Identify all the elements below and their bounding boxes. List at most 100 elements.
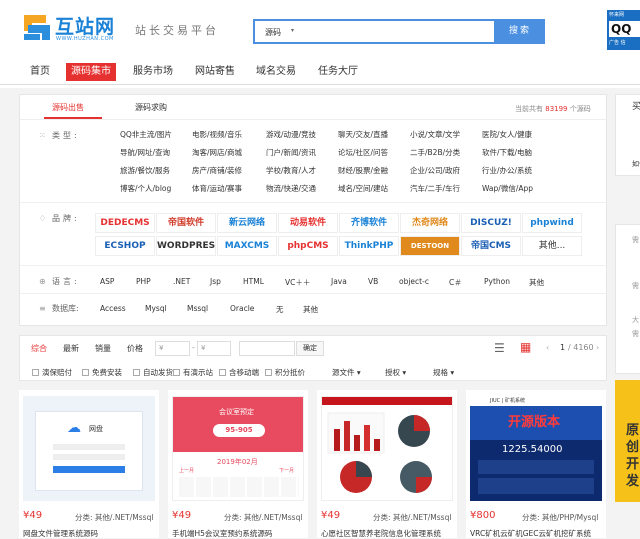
type-option[interactable]: 学校/教育/人才 [266, 165, 316, 176]
nav-task-hall[interactable]: 任务大厅 [318, 63, 358, 81]
logo-icon[interactable] [22, 12, 52, 42]
grid-view-icon[interactable]: ▦ [520, 340, 531, 354]
product-card[interactable]: JIUC | 矿机系统 开源版本 1225.54000 ¥800 分类: 其他/… [466, 390, 606, 538]
checkbox-icon[interactable] [82, 369, 89, 376]
language-option[interactable]: VC＋＋ [285, 277, 310, 288]
tab-sale[interactable]: 源码出售 [52, 102, 84, 113]
search-button[interactable]: 搜索 [495, 19, 545, 44]
language-option[interactable]: Java [331, 277, 347, 286]
checkbox-icon[interactable] [265, 369, 272, 376]
keyword-input[interactable] [239, 341, 295, 356]
language-option[interactable]: PHP [136, 277, 151, 286]
database-option[interactable]: Mysql [145, 304, 167, 313]
type-option[interactable]: 房产/商铺/装修 [192, 165, 242, 176]
nav-site-consign[interactable]: 网站寄售 [195, 63, 235, 81]
option-points[interactable]: 积分抵价 [265, 367, 305, 378]
sort-sales[interactable]: 销量 [95, 343, 111, 354]
type-option[interactable]: 物流/快递/交通 [266, 183, 316, 194]
checkbox-icon[interactable] [32, 369, 39, 376]
brand-option[interactable]: 动易软件 [278, 213, 338, 233]
nav-source-market[interactable]: 源码集市 [66, 63, 116, 81]
dropdown-spec[interactable]: 规格 ▾ [433, 367, 454, 378]
product-title[interactable]: VRC矿机云矿机GEC云矿机挖矿系统 [470, 528, 606, 539]
language-option[interactable]: VB [368, 277, 378, 286]
product-title[interactable]: 心愿社区智慧养老院信息化管理系统 [321, 528, 457, 539]
type-option[interactable]: 旅游/餐饮/服务 [120, 165, 170, 176]
brand-option[interactable]: DESTOON [400, 236, 460, 256]
type-option[interactable]: 二手/B2B/分类 [410, 147, 460, 158]
language-option[interactable]: .NET [173, 277, 190, 286]
language-option[interactable]: C＃ [449, 277, 462, 288]
type-option[interactable]: 软件/下载/电脑 [482, 147, 532, 158]
language-option[interactable]: Python [484, 277, 510, 286]
type-option[interactable]: 聊天/交友/直播 [338, 129, 388, 140]
next-page-icon[interactable]: › [596, 343, 599, 352]
product-title[interactable]: 手机端H5会议室预约系统源码 [172, 528, 308, 539]
option-auto-ship[interactable]: 自动发货 [133, 367, 173, 378]
sort-price[interactable]: 价格 [127, 343, 143, 354]
chevron-down-icon[interactable]: ▾ [291, 27, 294, 34]
search-category[interactable]: 源码 [265, 27, 281, 38]
brand-option[interactable]: 帝国软件 [156, 213, 216, 233]
checkbox-icon[interactable] [219, 369, 226, 376]
product-thumbnail[interactable]: 会议室预定 95-905 2019年02月 上一月 下一月 [172, 396, 304, 501]
nav-domain-trade[interactable]: 域名交易 [256, 63, 296, 81]
product-thumbnail[interactable] [321, 396, 453, 501]
header-ad[interactable]: 怀来网 QQ 广告 信 [607, 10, 640, 50]
brand-option[interactable]: MAXCMS [217, 236, 277, 256]
option-guarantee[interactable]: 演保赔付 [32, 367, 72, 378]
product-title[interactable]: 网盘文件管理系统源码 [23, 528, 159, 539]
type-option[interactable]: 论坛/社区/问答 [338, 147, 388, 158]
brand-option[interactable]: phpCMS [278, 236, 338, 256]
tab-buy[interactable]: 源码求购 [135, 102, 167, 113]
dropdown-source-file[interactable]: 源文件 ▾ [332, 367, 361, 378]
checkbox-icon[interactable] [173, 369, 180, 376]
type-option[interactable]: 汽车/二手/车行 [410, 183, 460, 194]
nav-services[interactable]: 服务市场 [133, 63, 173, 81]
search-input[interactable]: 源码 ▾ [253, 19, 496, 44]
price-max-input[interactable]: ¥ [197, 341, 231, 356]
type-option[interactable]: 企业/公司/政府 [410, 165, 460, 176]
confirm-button[interactable]: 确定 [296, 341, 324, 356]
sort-newest[interactable]: 最新 [63, 343, 79, 354]
nav-home[interactable]: 首页 [30, 63, 50, 81]
database-option[interactable]: 无 [276, 304, 284, 315]
prev-page-icon[interactable]: ‹ [546, 343, 549, 352]
database-option[interactable]: Access [100, 304, 126, 313]
language-option[interactable]: ASP [100, 277, 114, 286]
database-option[interactable]: Mssql [187, 304, 208, 313]
type-option[interactable]: 游戏/动漫/竞技 [266, 129, 316, 140]
option-mobile[interactable]: 含移动端 [219, 367, 259, 378]
type-option[interactable]: 医院/女人/健康 [482, 129, 532, 140]
type-option[interactable]: QQ非主流/图片 [120, 129, 172, 140]
brand-option[interactable]: DISCUZ! [461, 213, 521, 233]
language-option[interactable]: object-c [399, 277, 429, 286]
database-option[interactable]: Oracle [230, 304, 254, 313]
list-view-icon[interactable]: ☰ [494, 341, 505, 355]
product-thumbnail[interactable]: ☁ 网盘 [23, 396, 155, 501]
brand-option[interactable]: 杰奇网络 [400, 213, 460, 233]
type-option[interactable]: Wap/微信/App [482, 183, 533, 194]
language-option[interactable]: 其他 [529, 277, 544, 288]
checkbox-icon[interactable] [133, 369, 140, 376]
type-option[interactable]: 导航/网址/查询 [120, 147, 170, 158]
brand-option[interactable]: phpwind [522, 213, 582, 233]
brand-option[interactable]: DEDECMS [95, 213, 155, 233]
brand-option[interactable]: WORDPRESS [156, 236, 216, 256]
database-option[interactable]: 其他 [303, 304, 318, 315]
type-option[interactable]: 电影/视频/音乐 [192, 129, 242, 140]
brand-option[interactable]: ThinkPHP [339, 236, 399, 256]
brand-option[interactable]: 帝国CMS [461, 236, 521, 256]
language-option[interactable]: Jsp [210, 277, 221, 286]
price-min-input[interactable]: ¥ [155, 341, 190, 356]
type-option[interactable]: 淘客/网店/商城 [192, 147, 242, 158]
product-thumbnail[interactable]: JIUC | 矿机系统 开源版本 1225.54000 [470, 396, 602, 501]
sort-default[interactable]: 综合 [31, 343, 47, 354]
type-option[interactable]: 行业/办公/系统 [482, 165, 532, 176]
type-option[interactable]: 博客/个人/blog [120, 183, 171, 194]
side-banner[interactable]: 原创开发 [615, 380, 640, 502]
option-demo-site[interactable]: 有演示站 [173, 367, 213, 378]
product-card[interactable]: ☁ 网盘 ¥49 分类: 其他/.NET/Mssql 网盘文件管理系统源码 [19, 390, 159, 538]
brand-option[interactable]: 齐博软件 [339, 213, 399, 233]
type-option[interactable]: 财经/股票/金融 [338, 165, 388, 176]
